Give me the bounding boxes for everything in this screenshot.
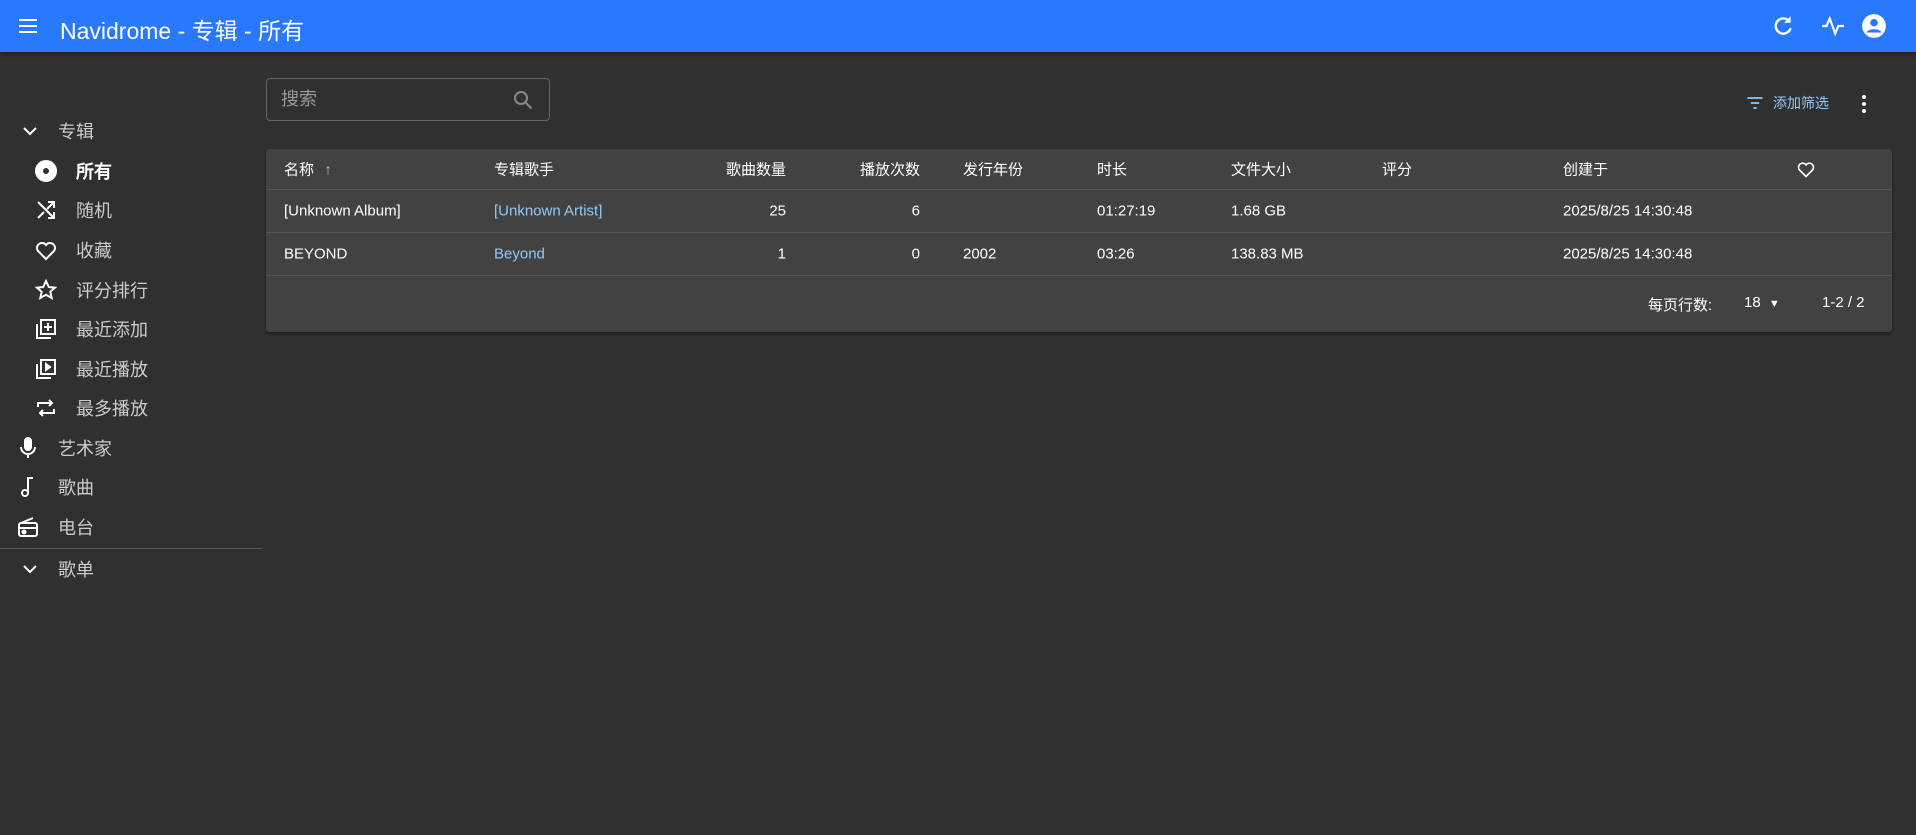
column-header-rating[interactable]: 评分 bbox=[1382, 159, 1412, 180]
library-add-icon bbox=[36, 319, 56, 339]
column-header-year[interactable]: 发行年份 bbox=[963, 159, 1023, 180]
search-input[interactable] bbox=[281, 89, 501, 110]
column-header-size[interactable]: 文件大小 bbox=[1231, 159, 1291, 180]
table-row[interactable]: BEYOND Beyond 1 0 2002 03:26 138.83 MB 2… bbox=[266, 233, 1892, 276]
column-header-plays[interactable]: 播放次数 bbox=[860, 159, 920, 180]
activity-icon[interactable] bbox=[1820, 13, 1846, 39]
table-header: 名称 ↑ 专辑歌手 歌曲数量 播放次数 发行年份 时长 文件大小 评分 创建于 bbox=[266, 149, 1892, 190]
video-library-icon bbox=[36, 359, 56, 379]
album-table: 名称 ↑ 专辑歌手 歌曲数量 播放次数 发行年份 时长 文件大小 评分 创建于 … bbox=[266, 149, 1892, 332]
music-note-icon bbox=[21, 477, 33, 497]
artist-link[interactable]: [Unknown Artist] bbox=[494, 203, 602, 220]
filter-icon bbox=[1747, 97, 1763, 109]
rows-per-page-label: 每页行数: bbox=[1648, 297, 1713, 314]
rows-per-page-select[interactable]: 18 ▼ bbox=[1744, 294, 1780, 311]
mic-icon bbox=[20, 437, 36, 458]
column-header-artist[interactable]: 专辑歌手 bbox=[494, 159, 554, 180]
table-row[interactable]: [Unknown Album] [Unknown Artist] 25 6 01… bbox=[266, 190, 1892, 233]
chevron-down-icon bbox=[23, 565, 37, 574]
app-bar: Navidrome - 专辑 - 所有 bbox=[0, 0, 1916, 52]
more-vert-icon[interactable] bbox=[1852, 92, 1876, 116]
radio-icon bbox=[18, 517, 38, 537]
account-icon[interactable] bbox=[1861, 13, 1887, 39]
sidebar-divider bbox=[0, 548, 262, 549]
column-header-created[interactable]: 创建于 bbox=[1563, 159, 1608, 180]
add-filter-button[interactable]: 添加筛选 bbox=[1745, 93, 1829, 113]
pagination-range: 1-2 / 2 bbox=[1822, 294, 1865, 311]
search-field[interactable] bbox=[266, 78, 550, 121]
album-icon bbox=[35, 160, 57, 182]
column-header-songs[interactable]: 歌曲数量 bbox=[726, 159, 786, 180]
chevron-down-icon bbox=[23, 127, 37, 136]
artist-link[interactable]: Beyond bbox=[494, 246, 545, 263]
shuffle-icon bbox=[37, 201, 55, 219]
star-icon bbox=[34, 278, 58, 300]
page-title: Navidrome - 专辑 - 所有 bbox=[60, 18, 305, 44]
heart-icon[interactable] bbox=[1796, 159, 1816, 179]
refresh-icon[interactable] bbox=[1770, 13, 1796, 39]
column-header-duration[interactable]: 时长 bbox=[1097, 159, 1127, 180]
menu-icon[interactable] bbox=[16, 14, 40, 38]
sort-arrow-up-icon: ↑ bbox=[324, 161, 332, 179]
heart-icon bbox=[36, 242, 56, 261]
repeat-icon bbox=[37, 399, 55, 417]
dropdown-arrow-icon: ▼ bbox=[1768, 298, 1780, 310]
column-header-name[interactable]: 名称 ↑ bbox=[284, 159, 332, 180]
search-icon bbox=[514, 91, 533, 110]
